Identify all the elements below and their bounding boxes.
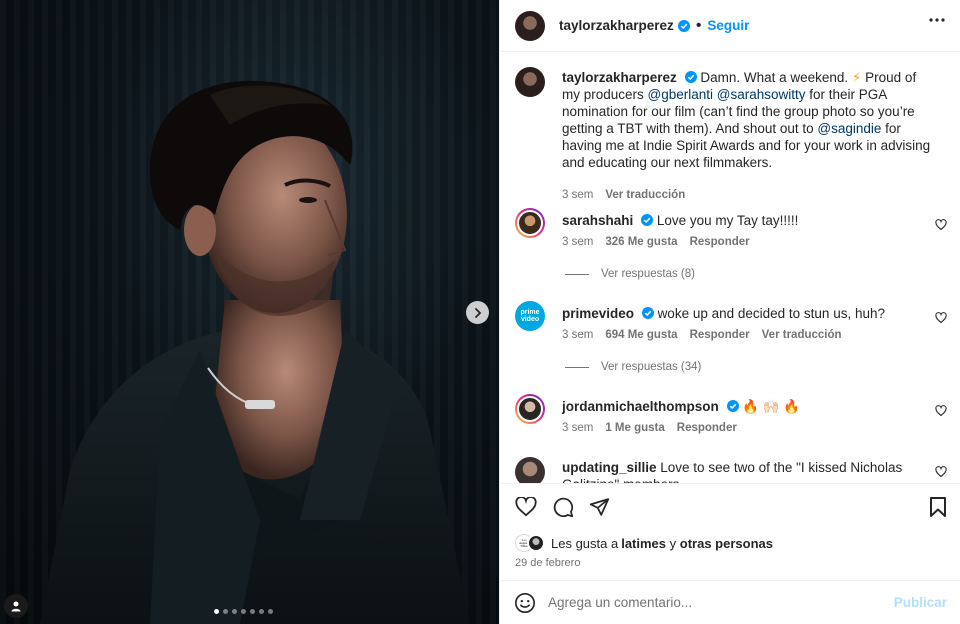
avatar[interactable]: prime video bbox=[515, 301, 545, 331]
timestamp[interactable]: 3 sem bbox=[562, 189, 593, 201]
comment-username[interactable]: updating_sillie bbox=[562, 460, 657, 475]
timestamp[interactable]: 3 sem bbox=[562, 236, 593, 248]
heart-icon[interactable] bbox=[935, 219, 947, 231]
heart-icon[interactable] bbox=[515, 497, 537, 517]
heart-icon[interactable] bbox=[935, 466, 947, 478]
caption-username[interactable]: taylorzakharperez bbox=[562, 70, 677, 85]
liked-by-user[interactable]: latimes bbox=[621, 536, 666, 551]
divider bbox=[565, 273, 589, 275]
view-replies-button[interactable]: Ver respuestas (34) bbox=[565, 361, 701, 373]
likes-others-link[interactable]: otras personas bbox=[680, 536, 773, 551]
view-replies-button[interactable]: Ver respuestas (8) bbox=[565, 268, 695, 280]
emoji-icon[interactable] bbox=[514, 592, 536, 614]
primevideo-logo: prime video bbox=[520, 309, 540, 323]
mention-link[interactable]: @sagindie bbox=[817, 121, 881, 136]
next-slide-button[interactable] bbox=[466, 301, 489, 324]
comment-text: jordanmichaelthompson 🔥 🙌🏻 🔥 bbox=[562, 398, 932, 415]
chevron-right-icon bbox=[474, 307, 481, 318]
avatar[interactable] bbox=[515, 67, 545, 97]
comment-username[interactable]: sarahshahi bbox=[562, 213, 633, 228]
divider bbox=[565, 366, 589, 368]
portrait-photo bbox=[40, 80, 470, 624]
post-details-panel: taylorzakharperez • Seguir taylorzakharp… bbox=[499, 0, 960, 624]
verified-icon bbox=[641, 214, 654, 226]
lightning-emoji: ⚡ bbox=[851, 70, 862, 85]
comment-composer: Publicar bbox=[500, 580, 960, 624]
translate-link[interactable]: Ver traducción bbox=[605, 189, 685, 201]
comment-body: Love you my Tay tay!!!!! bbox=[656, 213, 799, 228]
timestamp[interactable]: 3 sem bbox=[562, 422, 593, 434]
verified-icon bbox=[677, 19, 690, 32]
mention-link[interactable]: @gberlanti bbox=[648, 87, 714, 102]
liker-avatar[interactable] bbox=[527, 534, 545, 552]
verified-icon bbox=[641, 307, 654, 319]
reply-button[interactable]: Responder bbox=[690, 329, 750, 341]
bookmark-icon[interactable] bbox=[929, 497, 947, 517]
caption-text: taylorzakharperez Damn. What a weekend. … bbox=[562, 69, 932, 171]
verified-icon bbox=[726, 400, 739, 412]
avatar[interactable] bbox=[515, 10, 545, 41]
translate-link[interactable]: Ver traducción bbox=[762, 329, 842, 341]
avatar[interactable] bbox=[515, 457, 545, 483]
reply-button[interactable]: Responder bbox=[677, 422, 737, 434]
caption-body: Damn. What a weekend. bbox=[700, 70, 852, 85]
carousel-indicator bbox=[214, 609, 273, 614]
comment-username[interactable]: primevideo bbox=[562, 306, 634, 321]
avatar[interactable] bbox=[515, 208, 545, 238]
comment-text: sarahshahi Love you my Tay tay!!!!! bbox=[562, 212, 932, 229]
carousel-dot bbox=[259, 609, 264, 614]
comment-body: woke up and decided to stun us, huh? bbox=[657, 306, 885, 321]
tagged-users-button[interactable] bbox=[4, 594, 28, 618]
carousel-dot bbox=[223, 609, 228, 614]
view-replies-label: Ver respuestas (34) bbox=[601, 361, 702, 373]
likes-join: y bbox=[666, 535, 680, 551]
carousel-dot bbox=[241, 609, 246, 614]
carousel-dot bbox=[214, 609, 219, 614]
comment-text: primevideo woke up and decided to stun u… bbox=[562, 305, 932, 322]
separator-dot: • bbox=[695, 16, 702, 34]
likes-count[interactable]: 694 Me gusta bbox=[605, 329, 677, 341]
comment-username[interactable]: jordanmichaelthompson bbox=[562, 399, 719, 414]
author-username[interactable]: taylorzakharperez bbox=[559, 18, 674, 33]
post-media[interactable] bbox=[0, 0, 499, 624]
more-options-icon[interactable] bbox=[929, 18, 945, 22]
heart-icon[interactable] bbox=[935, 312, 947, 324]
comment-meta: 3 sem 694 Me gusta Responder Ver traducc… bbox=[562, 329, 842, 341]
carousel-dot bbox=[232, 609, 237, 614]
verified-icon bbox=[684, 71, 697, 83]
heart-icon[interactable] bbox=[935, 405, 947, 417]
post-header: taylorzakharperez • Seguir bbox=[500, 0, 960, 52]
likes-summary: Los Angeles Times Les gusta a latimes y … bbox=[515, 534, 773, 552]
likes-count[interactable]: 326 Me gusta bbox=[605, 236, 677, 248]
view-replies-label: Ver respuestas (8) bbox=[601, 268, 695, 280]
reply-button[interactable]: Responder bbox=[690, 236, 750, 248]
likes-prefix: Les gusta a bbox=[551, 535, 619, 551]
timestamp[interactable]: 3 sem bbox=[562, 329, 593, 341]
comment-text: updating_sillie Love to see two of the "… bbox=[562, 459, 932, 483]
share-icon[interactable] bbox=[589, 497, 610, 517]
comment-icon[interactable] bbox=[553, 497, 574, 518]
comments-list[interactable]: taylorzakharperez Damn. What a weekend. … bbox=[500, 53, 960, 483]
comment-input[interactable] bbox=[548, 595, 894, 610]
comment-meta: 3 sem 326 Me gusta Responder bbox=[562, 236, 750, 248]
comment-meta: 3 sem 1 Me gusta Responder bbox=[562, 422, 737, 434]
mention-link[interactable]: @sarahsowitty bbox=[717, 87, 806, 102]
caption-meta: 3 sem Ver traducción bbox=[562, 189, 685, 201]
post-actions: Los Angeles Times Les gusta a latimes y … bbox=[500, 483, 960, 580]
likes-count[interactable]: 1 Me gusta bbox=[605, 422, 664, 434]
post-date[interactable]: 29 de febrero bbox=[515, 557, 580, 569]
instagram-post-modal: taylorzakharperez • Seguir taylorzakharp… bbox=[0, 0, 960, 624]
carousel-dot bbox=[250, 609, 255, 614]
avatar[interactable] bbox=[515, 394, 545, 424]
comment-body: 🔥 🙌🏻 🔥 bbox=[742, 399, 801, 414]
publish-button[interactable]: Publicar bbox=[894, 595, 947, 610]
follow-button[interactable]: Seguir bbox=[707, 18, 749, 33]
user-tag-icon bbox=[11, 601, 21, 612]
carousel-dot bbox=[268, 609, 273, 614]
